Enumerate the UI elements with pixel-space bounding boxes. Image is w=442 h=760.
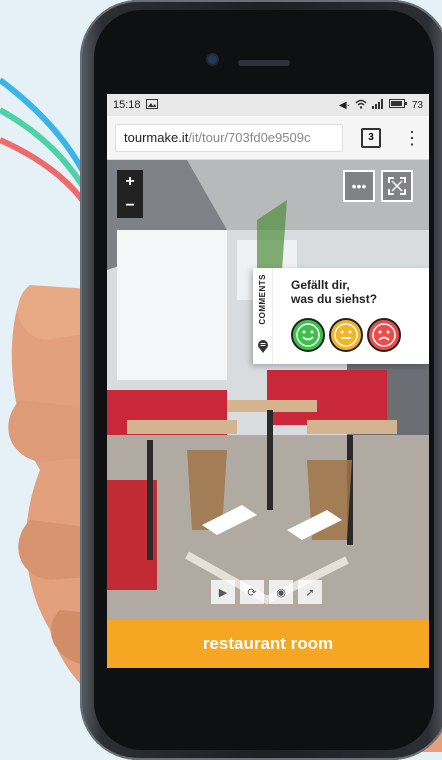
play-button[interactable]: ▶: [211, 580, 235, 604]
feedback-panel: COMMENTS Gefällt dir, was du siehst?: [253, 268, 429, 364]
signal-icon: [371, 98, 384, 112]
fullscreen-button[interactable]: [381, 170, 413, 202]
comments-label: COMMENTS: [258, 274, 267, 325]
address-bar[interactable]: tourmake.it/it/tour/703fd0e9509c: [115, 123, 343, 152]
clock: 15:18: [113, 99, 141, 111]
front-camera: [208, 55, 217, 64]
restaurant-panorama-image: [107, 160, 429, 620]
feedback-question: Gefällt dir, was du siehst?: [291, 278, 377, 306]
battery-level: 73: [411, 99, 423, 111]
compass-icon: ➚: [305, 586, 315, 599]
more-dots-icon: •••: [351, 178, 367, 194]
tour-title: restaurant room: [202, 634, 334, 653]
sad-face-button[interactable]: [367, 318, 401, 352]
question-line-1: Gefällt dir,: [291, 278, 350, 292]
phone-screen: 15:18 ◀· 73 tourmake.it/it/tour/703fd0e9…: [107, 94, 429, 668]
eye-icon: ◉: [276, 586, 286, 599]
comments-tab[interactable]: COMMENTS: [253, 268, 273, 364]
image-notification-icon: [145, 98, 158, 112]
browser-menu-icon[interactable]: ⋮: [403, 129, 421, 147]
tour-title-bar[interactable]: restaurant room: [107, 620, 429, 668]
compass-button[interactable]: ➚: [298, 580, 322, 604]
happy-face-icon: [296, 323, 320, 347]
url-path: /it/tour/703fd0e9509c: [188, 130, 311, 145]
rotate-icon: ⟳: [247, 586, 257, 599]
play-icon: ▶: [218, 586, 228, 599]
view-mode-button[interactable]: ◉: [269, 580, 293, 604]
wifi-icon: [355, 99, 367, 112]
panorama-viewer[interactable]: + − ••• COMMENTS Gefällt dir, was du sie…: [107, 160, 429, 620]
neutral-face-button[interactable]: [329, 318, 363, 352]
volume-icon: ◀·: [338, 99, 350, 111]
more-options-button[interactable]: •••: [343, 170, 375, 202]
zoom-out-button[interactable]: −: [125, 197, 134, 215]
viewer-controls: ▶ ⟳ ◉ ➚: [211, 580, 322, 604]
question-line-2: was du siehst?: [291, 292, 378, 306]
zoom-controls: + −: [117, 170, 143, 218]
neutral-face-icon: [334, 323, 358, 347]
happy-face-button[interactable]: [291, 318, 325, 352]
fullscreen-icon: [388, 177, 406, 195]
earpiece-speaker: [238, 60, 290, 66]
sad-face-icon: [372, 323, 396, 347]
rating-faces: [291, 318, 401, 352]
rotate-button[interactable]: ⟳: [240, 580, 264, 604]
browser-toolbar: tourmake.it/it/tour/703fd0e9509c 3 ⋮: [107, 116, 429, 160]
zoom-in-button[interactable]: +: [125, 173, 134, 191]
tab-switcher-button[interactable]: 3: [361, 127, 381, 148]
comment-pin-icon: [257, 339, 269, 358]
battery-icon: [388, 99, 407, 111]
url-host: tourmake.it: [124, 130, 189, 145]
status-bar: 15:18 ◀· 73: [107, 94, 429, 116]
